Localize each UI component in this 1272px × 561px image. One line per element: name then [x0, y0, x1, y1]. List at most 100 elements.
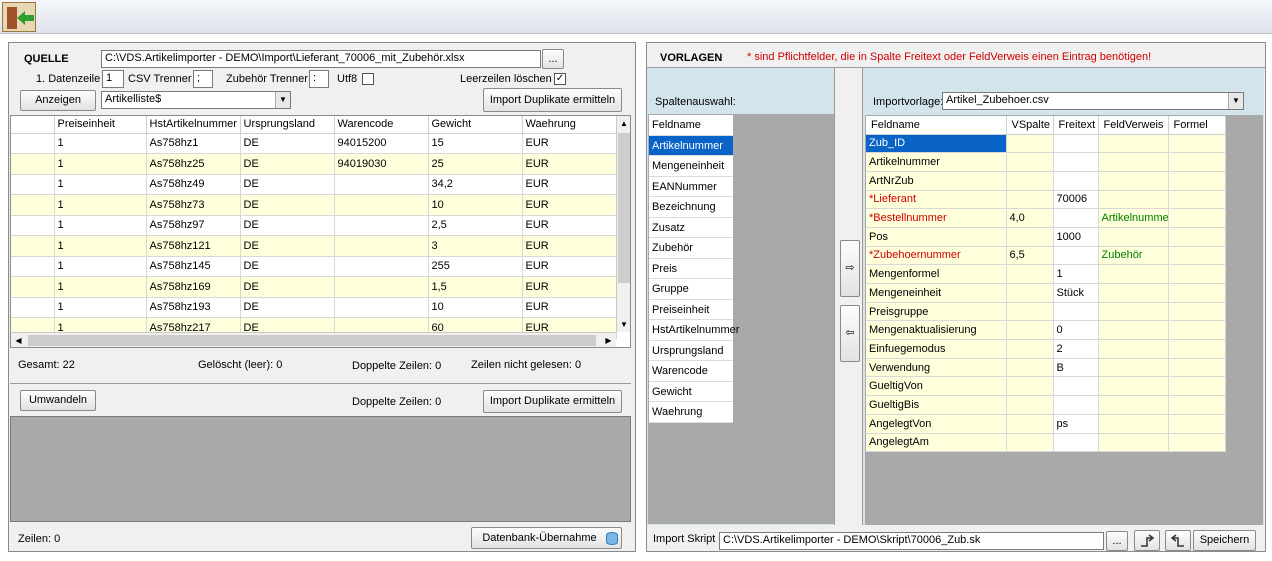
table-cell[interactable]: As758hz97 — [146, 215, 241, 236]
field-list-item[interactable]: Preis — [649, 258, 733, 279]
table-cell[interactable] — [1006, 433, 1054, 453]
table-cell[interactable]: ps — [1053, 414, 1099, 434]
table-cell[interactable] — [1168, 208, 1226, 228]
table-cell[interactable] — [1098, 283, 1169, 303]
table-cell[interactable] — [334, 215, 429, 236]
table-cell[interactable] — [1168, 283, 1226, 303]
table-cell[interactable] — [334, 235, 429, 257]
table-cell[interactable]: EUR — [522, 256, 617, 277]
table-cell[interactable] — [1168, 339, 1226, 359]
table-cell[interactable]: 1 — [54, 174, 147, 195]
table-cell[interactable] — [1098, 376, 1169, 397]
table-cell[interactable] — [334, 194, 429, 216]
table-cell[interactable]: 1 — [54, 235, 147, 257]
table-cell[interactable] — [1006, 414, 1054, 434]
table-cell[interactable]: As758hz169 — [146, 276, 241, 298]
table-cell[interactable]: Mengeneinheit — [866, 283, 1007, 303]
table-cell[interactable]: DE — [240, 235, 335, 257]
table-cell[interactable] — [1168, 246, 1226, 266]
table-cell[interactable] — [1053, 246, 1099, 266]
table-cell[interactable] — [1098, 190, 1169, 210]
table-cell[interactable]: Preisgruppe — [866, 302, 1007, 322]
table-cell[interactable]: ArtNrZub — [866, 171, 1007, 191]
table-cell[interactable] — [334, 174, 429, 195]
scroll-down-icon[interactable]: ▼ — [617, 317, 630, 332]
table-row[interactable]: Zub_ID — [866, 134, 1226, 154]
table-cell[interactable]: As758hz121 — [146, 235, 241, 257]
table-row[interactable]: Preisgruppe — [866, 302, 1226, 322]
scroll-thumb[interactable] — [618, 133, 630, 283]
table-cell[interactable]: Mengenformel — [866, 264, 1007, 284]
table-cell[interactable]: 1,5 — [428, 276, 523, 298]
table-cell[interactable]: DE — [240, 215, 335, 236]
column-header[interactable]: Formel — [1168, 116, 1226, 135]
table-cell[interactable] — [1053, 395, 1099, 415]
table-cell[interactable] — [1168, 302, 1226, 322]
table-cell[interactable] — [1053, 302, 1099, 322]
table-cell[interactable] — [1053, 171, 1099, 191]
table-cell[interactable]: GueltigVon — [866, 376, 1007, 397]
table-cell[interactable]: As758hz49 — [146, 174, 241, 195]
table-row[interactable]: Pos 1000 — [866, 227, 1226, 247]
table-cell[interactable] — [1168, 134, 1226, 154]
table-row[interactable]: GueltigBis — [866, 395, 1226, 415]
table-cell[interactable]: 1 — [54, 153, 147, 175]
table-cell[interactable] — [1006, 171, 1054, 191]
table-cell[interactable]: 70006 — [1053, 190, 1099, 210]
table-row[interactable]: GueltigVon — [866, 376, 1226, 397]
table-cell[interactable]: *Lieferant — [866, 190, 1007, 210]
move-right-button[interactable]: ⇨ — [840, 240, 860, 297]
table-cell[interactable]: *Zubehoernummer — [866, 246, 1007, 266]
table-cell[interactable]: EUR — [522, 174, 617, 195]
table-cell[interactable]: 1 — [1053, 264, 1099, 284]
field-list-item[interactable]: Zusatz — [649, 217, 733, 238]
table-cell[interactable] — [1098, 152, 1169, 172]
umwandeln-button[interactable]: Umwandeln — [20, 390, 96, 411]
table-row[interactable]: Mengenaktualisierung 0 — [866, 320, 1226, 341]
table-cell[interactable] — [1168, 264, 1226, 284]
table-cell[interactable]: 2 — [1053, 339, 1099, 359]
table-cell[interactable]: EUR — [522, 276, 617, 298]
table-cell[interactable]: EUR — [522, 215, 617, 236]
table-cell[interactable] — [1098, 320, 1169, 341]
table-cell[interactable] — [1006, 302, 1054, 322]
column-header[interactable]: Gewicht — [428, 116, 523, 134]
scroll-up-icon[interactable]: ▲ — [617, 116, 630, 131]
table-cell[interactable] — [1168, 227, 1226, 247]
table-cell[interactable]: 1 — [54, 133, 147, 154]
table-cell[interactable]: DE — [240, 256, 335, 277]
table-cell[interactable] — [1006, 376, 1054, 397]
column-header[interactable] — [11, 116, 55, 134]
table-cell[interactable] — [1006, 134, 1054, 154]
field-list-item[interactable]: Ursprungsland — [649, 340, 733, 361]
table-cell[interactable]: 1 — [54, 276, 147, 298]
table-row[interactable]: Einfuegemodus 2 — [866, 339, 1226, 359]
table-row[interactable]: AngelegtAm — [866, 433, 1226, 453]
table-cell[interactable] — [1168, 433, 1226, 453]
field-list-item[interactable]: Waehrung — [649, 402, 733, 423]
source-file-path[interactable]: C:\VDS.Artikelimporter - DEMO\Import\Lie… — [101, 50, 541, 68]
table-cell[interactable]: *Bestellnummer — [866, 208, 1007, 228]
table-row[interactable]: AngelegtVon ps — [866, 414, 1226, 434]
table-cell[interactable] — [11, 174, 55, 195]
import-skript-button[interactable] — [1134, 530, 1160, 551]
table-cell[interactable]: 94015200 — [334, 133, 429, 154]
table-cell[interactable] — [1053, 208, 1099, 228]
table-cell[interactable]: 3 — [428, 235, 523, 257]
table-cell[interactable] — [1098, 134, 1169, 154]
importvorlage-select[interactable]: Artikel_Zubehoer.csv ▼ — [942, 92, 1244, 110]
table-cell[interactable]: 15 — [428, 133, 523, 154]
table-row[interactable]: ArtNrZub — [866, 171, 1226, 191]
datenzeile-input[interactable]: 1 — [102, 70, 124, 88]
utf8-checkbox[interactable] — [362, 73, 374, 85]
table-cell[interactable]: EUR — [522, 194, 617, 216]
table-cell[interactable]: 1000 — [1053, 227, 1099, 247]
table-cell[interactable]: Pos — [866, 227, 1007, 247]
table-cell[interactable] — [1168, 152, 1226, 172]
field-list-item[interactable]: Gruppe — [649, 279, 733, 300]
table-row[interactable]: 1 As758hz97 DE 2,5 EUR — [11, 215, 617, 236]
table-cell[interactable] — [1006, 190, 1054, 210]
table-cell[interactable]: 6,5 — [1006, 246, 1054, 266]
column-header[interactable]: Preiseinheit — [54, 116, 147, 134]
table-cell[interactable] — [334, 256, 429, 277]
